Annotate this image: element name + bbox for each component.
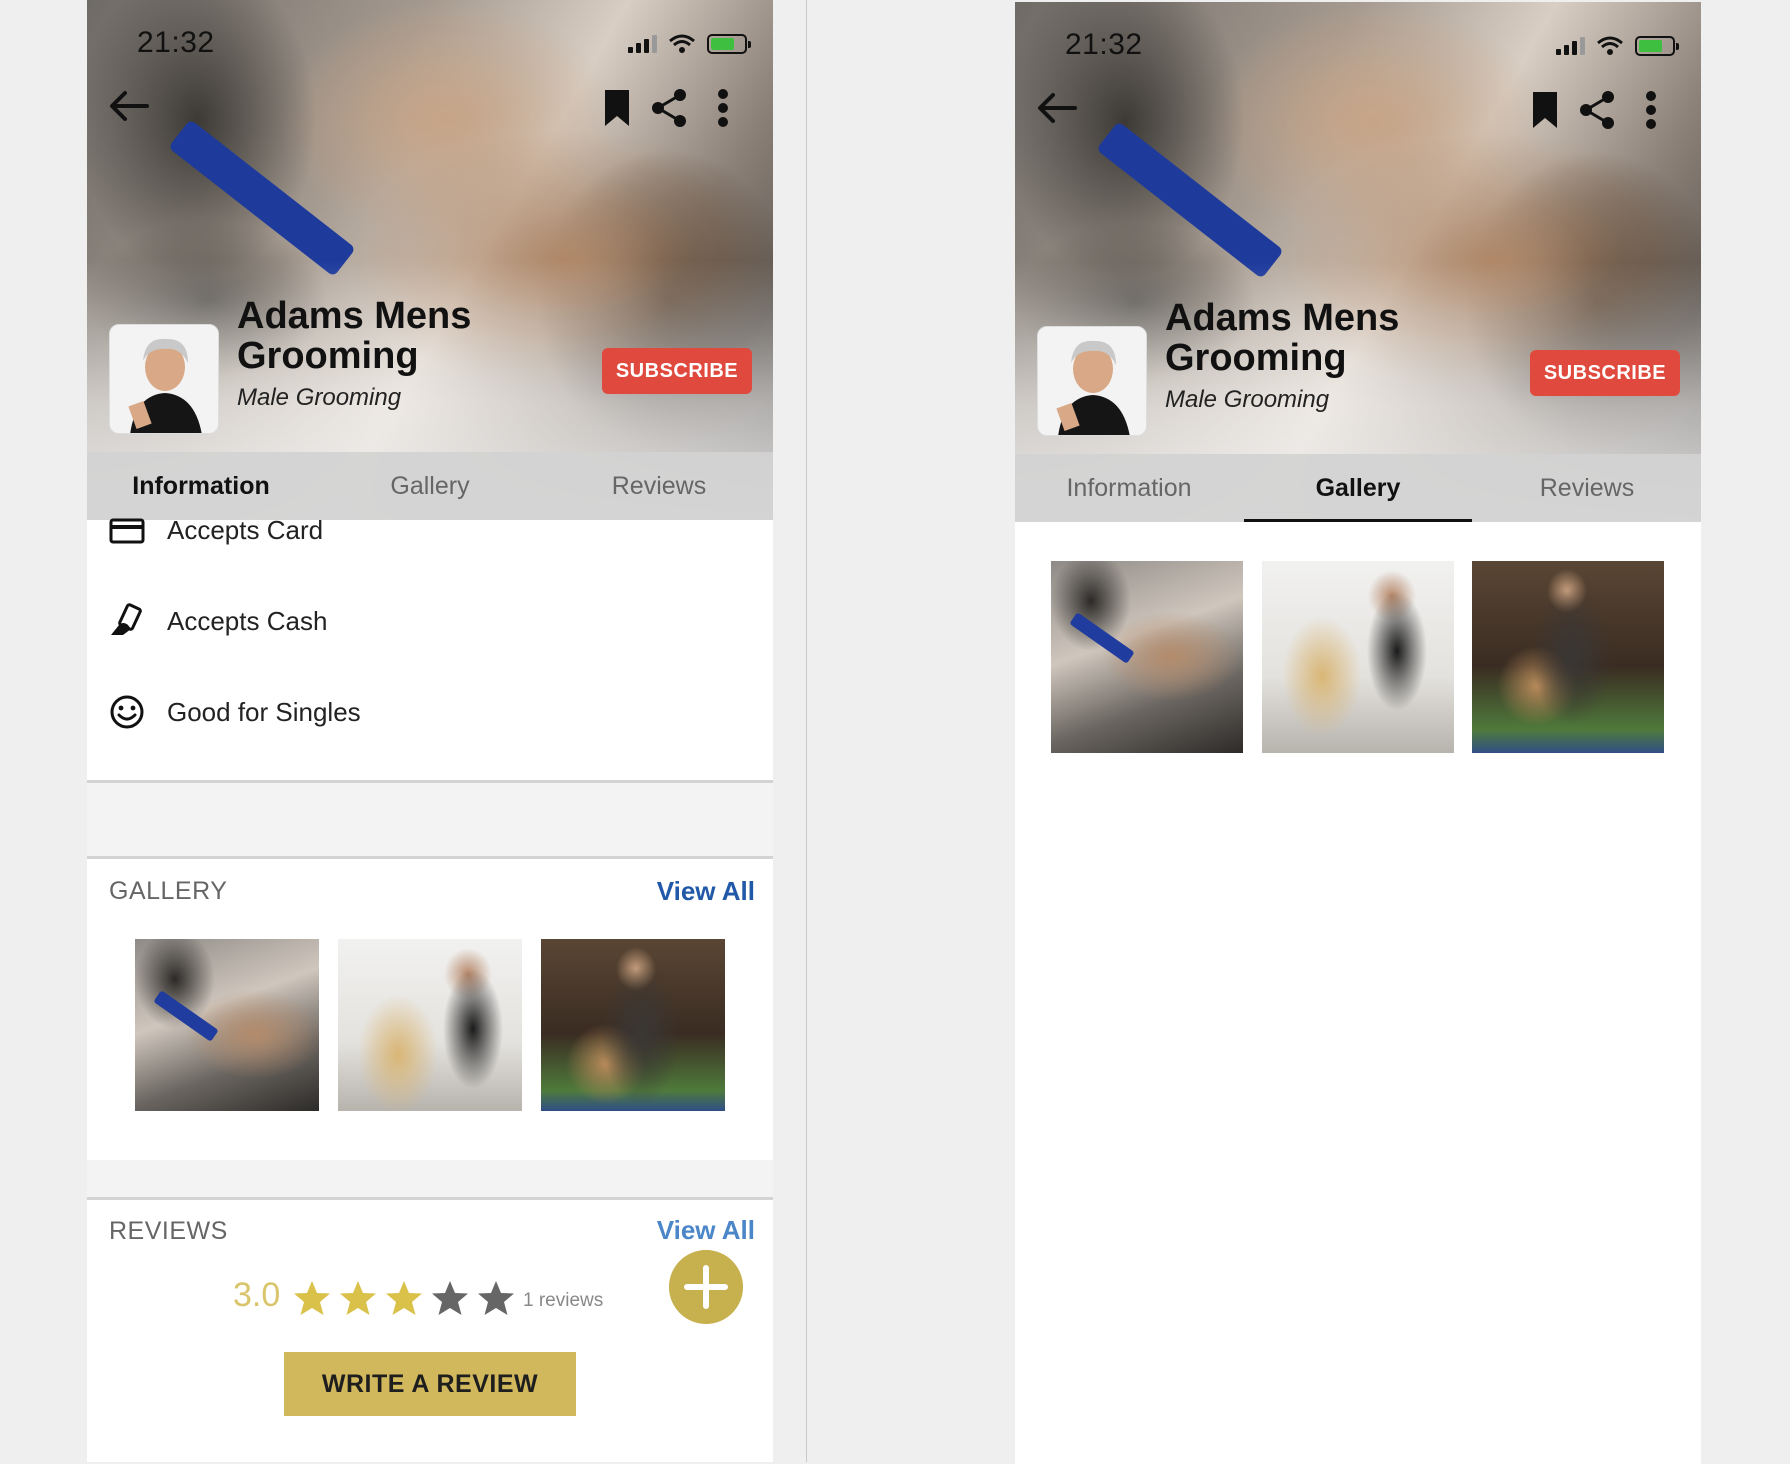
gallery-grid-image[interactable] <box>1262 561 1454 753</box>
cellular-signal-icon <box>628 35 657 53</box>
gallery-thumbnail[interactable] <box>541 939 725 1111</box>
section-spacer <box>87 1160 773 1197</box>
section-divider <box>87 1197 773 1200</box>
cash-icon <box>111 603 142 635</box>
business-name-line2: Grooming <box>237 335 419 377</box>
status-icons <box>628 34 751 54</box>
phone-screen-gallery: 21:32 Adams Mens Grooming Male Grooming … <box>1015 2 1701 1464</box>
header-cover-photo <box>87 0 773 520</box>
subscribe-button[interactable]: SUBSCRIBE <box>602 348 752 394</box>
star-rating <box>293 1280 515 1316</box>
barber-cover-image <box>1015 2 1701 522</box>
back-arrow-icon[interactable] <box>107 88 151 124</box>
wifi-icon <box>1597 36 1623 55</box>
write-review-button[interactable]: WRITE A REVIEW <box>284 1352 576 1416</box>
review-count: 1 reviews <box>523 1290 604 1311</box>
gallery-thumbnail[interactable] <box>135 939 319 1111</box>
share-icon[interactable] <box>1577 90 1617 130</box>
smiley-icon <box>110 695 144 729</box>
rating-value: 3.0 <box>233 1276 281 1314</box>
star-empty-icon <box>478 1281 514 1315</box>
info-item-accepts-cash: Accepts Cash <box>109 601 327 641</box>
status-icons <box>1556 36 1679 56</box>
credit-card-icon <box>109 518 145 544</box>
tab-gallery-label: Gallery <box>1315 473 1401 502</box>
battery-icon <box>707 34 751 54</box>
tab-gallery[interactable]: Gallery <box>1244 454 1472 522</box>
wifi-icon <box>669 34 695 53</box>
business-name-line1: Adams Mens <box>1165 297 1400 339</box>
status-time: 21:32 <box>137 26 215 59</box>
star-empty-icon <box>432 1281 468 1315</box>
tab-reviews[interactable]: Reviews <box>1473 454 1701 522</box>
section-divider <box>87 856 773 859</box>
bookmark-icon[interactable] <box>602 88 632 128</box>
business-name-line1: Adams Mens <box>237 295 472 337</box>
gallery-grid-image[interactable] <box>1472 561 1664 753</box>
business-category: Male Grooming <box>1165 386 1330 413</box>
add-review-button[interactable] <box>669 1250 743 1324</box>
business-name: Adams Mens Grooming <box>237 296 567 376</box>
tab-gallery[interactable]: Gallery <box>316 452 544 520</box>
gallery-grid-image[interactable] <box>1051 561 1243 753</box>
info-item-label: Good for Singles <box>167 696 361 727</box>
section-spacer <box>87 783 773 856</box>
gallery-section-title: GALLERY <box>109 877 228 905</box>
more-options-icon[interactable] <box>715 88 731 128</box>
info-item-label: Accepts Cash <box>167 605 328 636</box>
info-item-accepts-card: Accepts Card <box>109 510 323 550</box>
active-tab-indicator <box>1244 519 1472 522</box>
phone-screen-information: 21:32 Adams Mens Grooming Male Grooming … <box>87 0 773 1462</box>
star-filled-icon <box>294 1281 330 1315</box>
reviews-section-title: REVIEWS <box>109 1217 228 1245</box>
business-avatar <box>109 324 219 434</box>
status-time: 21:32 <box>1065 28 1143 61</box>
reviews-view-all-link[interactable]: View All <box>657 1215 755 1246</box>
business-category: Male Grooming <box>237 384 402 411</box>
bookmark-icon[interactable] <box>1530 90 1560 130</box>
business-name-line2: Grooming <box>1165 337 1347 379</box>
info-item-good-for-singles: Good for Singles <box>109 692 361 732</box>
header-cover-photo <box>1015 2 1701 522</box>
gallery-view-all-link[interactable]: View All <box>657 876 755 907</box>
more-options-icon[interactable] <box>1643 90 1659 130</box>
star-filled-icon <box>340 1281 376 1315</box>
info-item-label: Accepts Card <box>167 514 324 545</box>
back-arrow-icon[interactable] <box>1035 90 1079 126</box>
tab-reviews[interactable]: Reviews <box>545 452 773 520</box>
barber-cover-image <box>87 0 773 520</box>
subscribe-button[interactable]: SUBSCRIBE <box>1530 350 1680 396</box>
gallery-thumbnail[interactable] <box>338 939 522 1111</box>
battery-icon <box>1635 36 1679 56</box>
business-name: Adams Mens Grooming <box>1165 298 1495 378</box>
screen-divider <box>806 0 807 1462</box>
star-filled-icon <box>386 1281 422 1315</box>
business-avatar <box>1037 326 1147 436</box>
tab-information[interactable]: Information <box>1015 454 1243 522</box>
cellular-signal-icon <box>1556 37 1585 55</box>
share-icon[interactable] <box>649 88 689 128</box>
